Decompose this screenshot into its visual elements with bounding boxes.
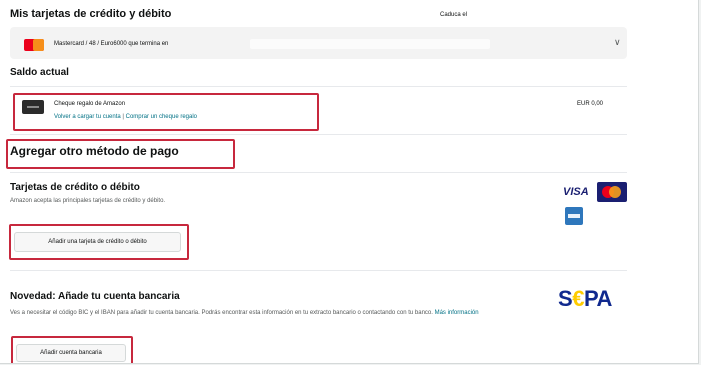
visa-logo: VISA [563,186,589,198]
chevron-down-icon[interactable]: ∨ [614,37,621,48]
highlight-add-bank-account-button [11,336,133,363]
bank-account-title: Novedad: Añade tu cuenta bancaria [10,291,180,302]
balance-amount: EUR 0,00 [577,101,604,107]
divider [10,134,627,135]
saved-card-label: Mastercard / 48 / Euro6000 que termina e… [54,41,169,47]
cards-section-title: Mis tarjetas de crédito y débito [10,8,172,20]
bank-account-description-text: Ves a necesitar el código BIC y el IBAN … [10,310,433,316]
highlight-gift-card [13,93,319,131]
mastercard-logo [597,182,627,202]
sepa-logo: S€PA [558,286,612,311]
mastercard-icon [24,39,44,51]
bank-account-description: Ves a necesitar el código BIC y el IBAN … [10,308,555,318]
saved-card-row[interactable]: Mastercard / 48 / Euro6000 que termina e… [10,27,627,59]
divider [10,86,627,87]
divider [10,270,627,271]
highlight-add-card-button [9,224,189,260]
credit-cards-subtitle: Amazon acepta las principales tarjetas d… [10,198,166,204]
credit-cards-title: Tarjetas de crédito o débito [10,182,140,193]
highlight-add-method-title [6,139,235,169]
more-info-link[interactable]: Más información [435,310,479,316]
balance-title: Saldo actual [10,67,69,78]
payment-methods-panel: Mis tarjetas de crédito y débito Caduca … [0,0,699,364]
divider [10,172,627,173]
amex-logo [565,207,583,225]
expiry-column-label: Caduca el [440,12,468,18]
card-details-blurred [250,39,490,49]
